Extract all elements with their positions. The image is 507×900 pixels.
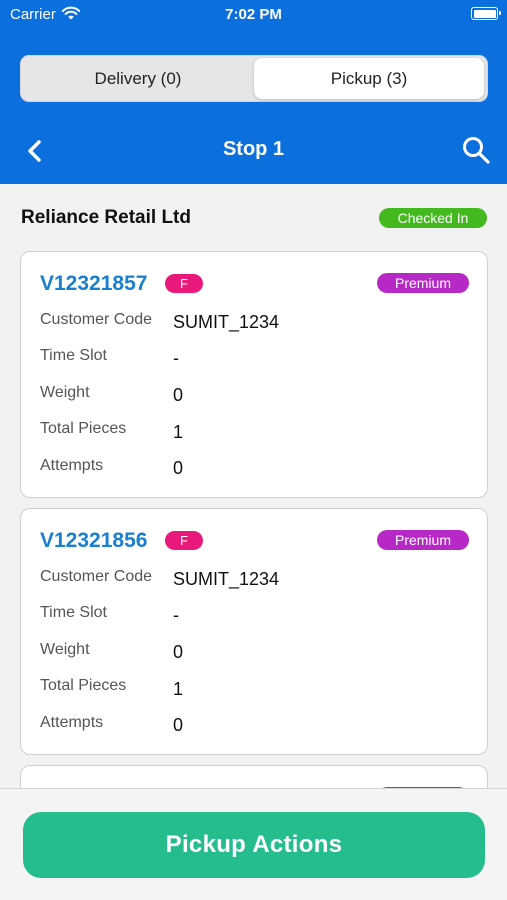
customer-code-value: SUMIT_1234	[173, 569, 280, 589]
pickup-actions-button[interactable]: Pickup Actions	[23, 812, 485, 878]
status-badge: Checked In	[379, 208, 487, 228]
tab-pickup[interactable]: Pickup (3)	[254, 58, 484, 99]
weight-label: Weight	[40, 384, 90, 401]
customer-code-label: Customer Code	[40, 568, 153, 585]
app-header: Carrier 7:02 PM Delivery (0) Pickup (3) …	[0, 0, 507, 184]
shipment-id[interactable]: V12321856	[40, 529, 147, 553]
page-title: Stop 1	[222, 138, 285, 160]
footer-bar: Pickup Actions	[0, 788, 507, 900]
total-pieces-label: Total Pieces	[40, 420, 127, 437]
total-pieces-value: 1	[173, 679, 184, 699]
type-badge: F	[165, 531, 203, 550]
clock: 7:02 PM	[225, 6, 282, 23]
delivery-pickup-tabs: Delivery (0) Pickup (3)	[20, 55, 488, 102]
total-pieces-value: 1	[173, 422, 184, 442]
type-badge: F	[165, 274, 203, 293]
attempts-value: 0	[173, 715, 184, 735]
attempts-value: 0	[173, 458, 184, 478]
battery-icon	[471, 7, 501, 20]
weight-value: 0	[173, 385, 184, 405]
customer-code-label: Customer Code	[40, 311, 153, 328]
time-slot-label: Time Slot	[40, 604, 107, 621]
attempts-label: Attempts	[40, 457, 104, 474]
search-icon[interactable]	[461, 135, 491, 165]
premium-badge: Premium	[377, 273, 469, 293]
time-slot-value: -	[173, 605, 179, 625]
weight-label: Weight	[40, 641, 90, 658]
customer-code-value: SUMIT_1234	[173, 312, 280, 332]
status-bar: Carrier 7:02 PM	[0, 0, 507, 30]
shipment-id[interactable]: V12321857	[40, 272, 147, 296]
shipment-card[interactable]: V12321856 F Premium Customer Code SUMIT_…	[20, 508, 488, 755]
premium-badge: Premium	[377, 530, 469, 550]
total-pieces-label: Total Pieces	[40, 677, 127, 694]
attempts-label: Attempts	[40, 714, 104, 731]
tab-delivery[interactable]: Delivery (0)	[23, 58, 253, 99]
shipment-card[interactable]: V12321857 F Premium Customer Code SUMIT_…	[20, 251, 488, 498]
store-name: Reliance Retail Ltd	[21, 207, 191, 228]
time-slot-label: Time Slot	[40, 347, 107, 364]
time-slot-value: -	[173, 348, 179, 368]
weight-value: 0	[173, 642, 184, 662]
